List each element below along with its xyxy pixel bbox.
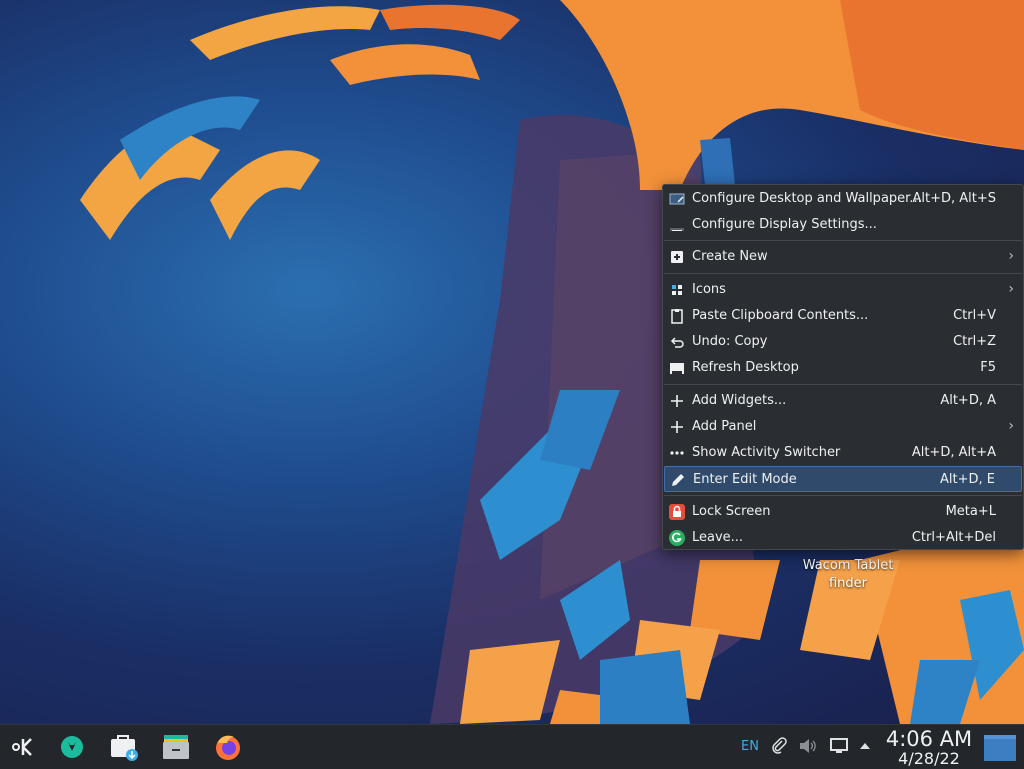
menu-item-shortcut: Alt+D, A — [940, 393, 996, 408]
menu-separator — [664, 240, 1022, 241]
undo-icon — [670, 337, 684, 348]
menu-item-label: Create New — [692, 249, 768, 264]
menu-item-shortcut: Ctrl+Alt+Del — [911, 530, 996, 545]
menu-item-shortcut: Meta+L — [945, 504, 996, 519]
desktop-icon-label-line1: Wacom Tablet — [802, 558, 894, 573]
menu-item-label: Configure Display Settings... — [692, 217, 877, 232]
menu-item-label: Add Widgets... — [692, 393, 787, 408]
discover-icon — [61, 736, 83, 758]
submenu-arrow-icon: › — [1008, 248, 1014, 264]
menu-item-lock-screen[interactable]: Lock Screen Meta+L — [664, 499, 1022, 525]
menu-item-refresh-desktop[interactable]: Refresh Desktop F5 — [664, 355, 1022, 381]
menu-item-label: Add Panel — [692, 419, 757, 434]
menu-item-shortcut: Alt+D, Alt+A — [911, 445, 996, 460]
menu-separator — [664, 495, 1022, 496]
software-center-button[interactable] — [108, 731, 140, 763]
show-hidden-icons-arrow-icon[interactable] — [858, 741, 872, 751]
display-settings-icon — [670, 228, 684, 231]
configure-desktop-icon — [669, 193, 685, 205]
desktop-icon-label-line2: finder — [828, 576, 868, 591]
menu-item-label: Refresh Desktop — [692, 360, 799, 375]
file-manager-button[interactable] — [160, 731, 192, 763]
desktop-icon-label: Wacom Tablet finder — [788, 557, 908, 593]
clock-date: 4/28/22 — [898, 749, 960, 768]
desktop-context-menu: Configure Desktop and Wallpaper... Alt+D… — [662, 184, 1024, 550]
plus-icon — [671, 395, 683, 407]
firefox-icon — [216, 735, 240, 760]
keyboard-layout-indicator[interactable]: EN — [741, 739, 759, 754]
menu-item-label: Icons — [692, 282, 726, 297]
menu-item-label: Lock Screen — [692, 504, 771, 519]
activities-icon — [670, 451, 684, 455]
menu-item-create-new[interactable]: Create New › — [664, 244, 1022, 270]
plus-icon — [671, 421, 683, 433]
menu-item-label: Show Activity Switcher — [692, 445, 841, 460]
refresh-desktop-icon — [670, 363, 684, 374]
edit-pencil-icon — [672, 474, 684, 486]
menu-item-label: Undo: Copy — [692, 334, 768, 349]
volume-icon[interactable] — [798, 737, 818, 755]
menu-item-configure-display[interactable]: Configure Display Settings... — [664, 212, 1022, 238]
file-manager-icon — [163, 735, 189, 759]
leave-icon — [669, 530, 685, 546]
menu-item-shortcut: Ctrl+V — [953, 308, 996, 323]
menu-item-paste[interactable]: Paste Clipboard Contents... Ctrl+V — [664, 303, 1022, 329]
submenu-arrow-icon: › — [1008, 418, 1014, 434]
menu-item-shortcut: Ctrl+Z — [953, 334, 996, 349]
icons-grid-icon — [672, 285, 682, 295]
display-tray-icon[interactable] — [829, 737, 849, 755]
software-center-icon — [111, 735, 138, 761]
menu-item-add-panel[interactable]: Add Panel › — [664, 414, 1022, 440]
menu-item-label: Leave... — [692, 530, 744, 545]
menu-item-label: Paste Clipboard Contents... — [692, 308, 869, 323]
clipboard-icon — [671, 309, 683, 324]
menu-item-enter-edit-mode[interactable]: Enter Edit Mode Alt+D, E — [664, 466, 1022, 492]
menu-item-configure-desktop[interactable]: Configure Desktop and Wallpaper... Alt+D… — [664, 186, 1022, 212]
menu-separator — [664, 384, 1022, 385]
menu-item-label: Configure Desktop and Wallpaper... — [692, 191, 922, 206]
menu-item-undo[interactable]: Undo: Copy Ctrl+Z — [664, 329, 1022, 355]
menu-item-shortcut: Alt+D, Alt+S — [912, 191, 996, 206]
taskbar-panel: EN 4:06 AM 4/28/22 — [0, 724, 1024, 769]
menu-item-label: Enter Edit Mode — [693, 472, 797, 487]
menu-item-add-widgets[interactable]: Add Widgets... Alt+D, A — [664, 388, 1022, 414]
discover-button[interactable] — [56, 731, 88, 763]
kde-launcher-icon — [12, 738, 32, 756]
menu-item-leave[interactable]: Leave... Ctrl+Alt+Del — [664, 525, 1022, 551]
menu-item-shortcut: Alt+D, E — [940, 472, 995, 487]
menu-item-shortcut: F5 — [980, 360, 996, 375]
application-launcher-button[interactable] — [6, 731, 38, 763]
firefox-button[interactable] — [212, 731, 244, 763]
menu-item-icons[interactable]: Icons › — [664, 277, 1022, 303]
show-desktop-icon[interactable] — [984, 735, 1016, 761]
clock-time: 4:06 AM — [885, 727, 973, 751]
clipboard-tray-icon[interactable] — [770, 737, 788, 755]
create-new-icon — [671, 251, 683, 263]
lock-icon — [669, 504, 685, 520]
submenu-arrow-icon: › — [1008, 281, 1014, 297]
menu-separator — [664, 273, 1022, 274]
menu-item-activity-switcher[interactable]: Show Activity Switcher Alt+D, Alt+A — [664, 440, 1022, 466]
